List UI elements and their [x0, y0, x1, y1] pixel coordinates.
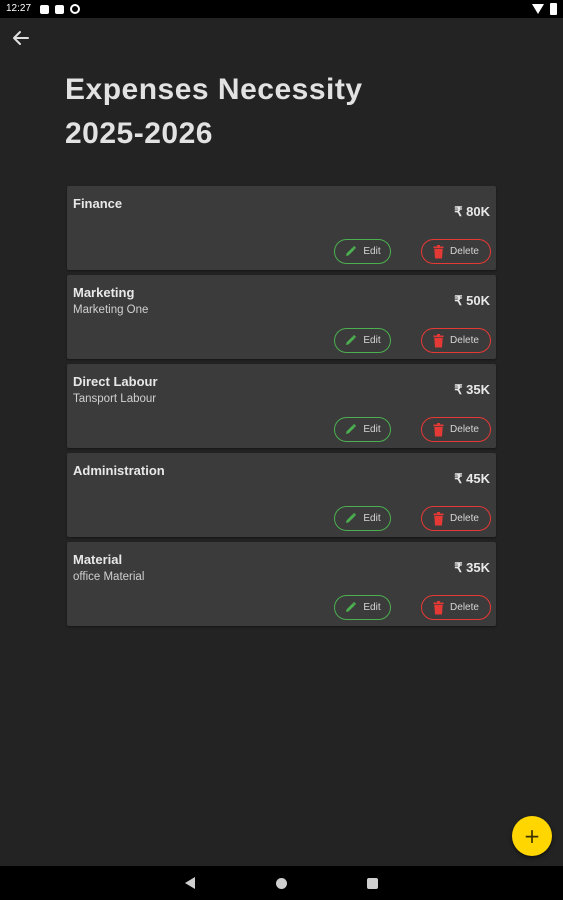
expense-card: Finance ₹ 80K Edit Delete [67, 186, 496, 270]
expense-name: Marketing [73, 285, 135, 300]
sd-card-icon [55, 4, 64, 14]
status-time: 12:27 [6, 3, 32, 14]
expense-list: Finance ₹ 80K Edit Delete Marketing Marketing… [67, 186, 496, 631]
delete-button-label: Delete [450, 602, 479, 613]
expense-description: Tansport Labour [73, 393, 157, 405]
plus-icon: + [523, 824, 541, 848]
expense-card: Direct Labour Tansport Labour ₹ 35K Edit Del… [67, 364, 496, 448]
trash-icon [433, 511, 444, 526]
edit-button[interactable]: Edit [334, 506, 391, 531]
pencil-icon [344, 245, 357, 258]
status-icons-left [40, 4, 80, 14]
pencil-icon [344, 601, 357, 614]
edit-button-label: Edit [363, 513, 381, 524]
page-title-line2: 2025-2026 [65, 117, 213, 150]
edit-button[interactable]: Edit [334, 595, 391, 620]
expense-amount: ₹ 80K [454, 204, 490, 219]
edit-button-label: Edit [363, 602, 381, 613]
app-screen: 12:27 Expenses Necessity 2025-2026 Finan… [0, 0, 563, 900]
edit-button-label: Edit [363, 424, 381, 435]
trash-icon [433, 600, 444, 615]
expense-card: Material office Material ₹ 35K Edit Delete [67, 542, 496, 626]
delete-button[interactable]: Delete [421, 417, 491, 442]
expense-card: Marketing Marketing One ₹ 50K Edit Delete [67, 275, 496, 359]
expense-name: Material [73, 552, 123, 567]
wifi-icon [532, 4, 544, 14]
edit-button[interactable]: Edit [334, 239, 391, 264]
expense-card: Administration ₹ 45K Edit Delete [67, 453, 496, 537]
delete-button-label: Delete [450, 246, 479, 257]
delete-button-label: Delete [450, 335, 479, 346]
nav-recents-icon[interactable] [367, 878, 378, 889]
expense-amount: ₹ 45K [454, 471, 490, 486]
edit-button[interactable]: Edit [334, 417, 391, 442]
edit-button-label: Edit [363, 335, 381, 346]
pencil-icon [344, 423, 357, 436]
nav-back-icon[interactable] [185, 877, 195, 889]
nav-home-icon[interactable] [276, 878, 287, 889]
expense-name: Administration [73, 463, 165, 478]
expense-amount: ₹ 35K [454, 560, 490, 575]
delete-button[interactable]: Delete [421, 239, 491, 264]
delete-button[interactable]: Delete [421, 595, 491, 620]
page-title-line1: Expenses Necessity [65, 73, 363, 106]
navigation-bar [0, 866, 563, 900]
delete-button[interactable]: Delete [421, 506, 491, 531]
expense-description: office Material [73, 571, 145, 583]
edit-button[interactable]: Edit [334, 328, 391, 353]
delete-button[interactable]: Delete [421, 328, 491, 353]
expense-name: Direct Labour [73, 374, 158, 389]
add-expense-button[interactable]: + [512, 816, 552, 856]
expense-amount: ₹ 50K [454, 293, 490, 308]
delete-button-label: Delete [450, 424, 479, 435]
trash-icon [433, 333, 444, 348]
pencil-icon [344, 512, 357, 525]
edit-button-label: Edit [363, 246, 381, 257]
delete-button-label: Delete [450, 513, 479, 524]
status-bar: 12:27 [0, 0, 563, 18]
pencil-icon [344, 334, 357, 347]
expense-description: Marketing One [73, 304, 149, 316]
sync-icon [70, 4, 80, 14]
back-button[interactable] [10, 28, 32, 48]
expense-amount: ₹ 35K [454, 382, 490, 397]
page-title: Expenses Necessity 2025-2026 [65, 68, 485, 156]
expense-name: Finance [73, 196, 123, 211]
arrow-left-icon [13, 31, 29, 45]
trash-icon [433, 422, 444, 437]
status-icons-right [532, 3, 557, 15]
trash-icon [433, 244, 444, 259]
battery-icon [550, 3, 557, 15]
notification-square-icon [40, 4, 49, 14]
